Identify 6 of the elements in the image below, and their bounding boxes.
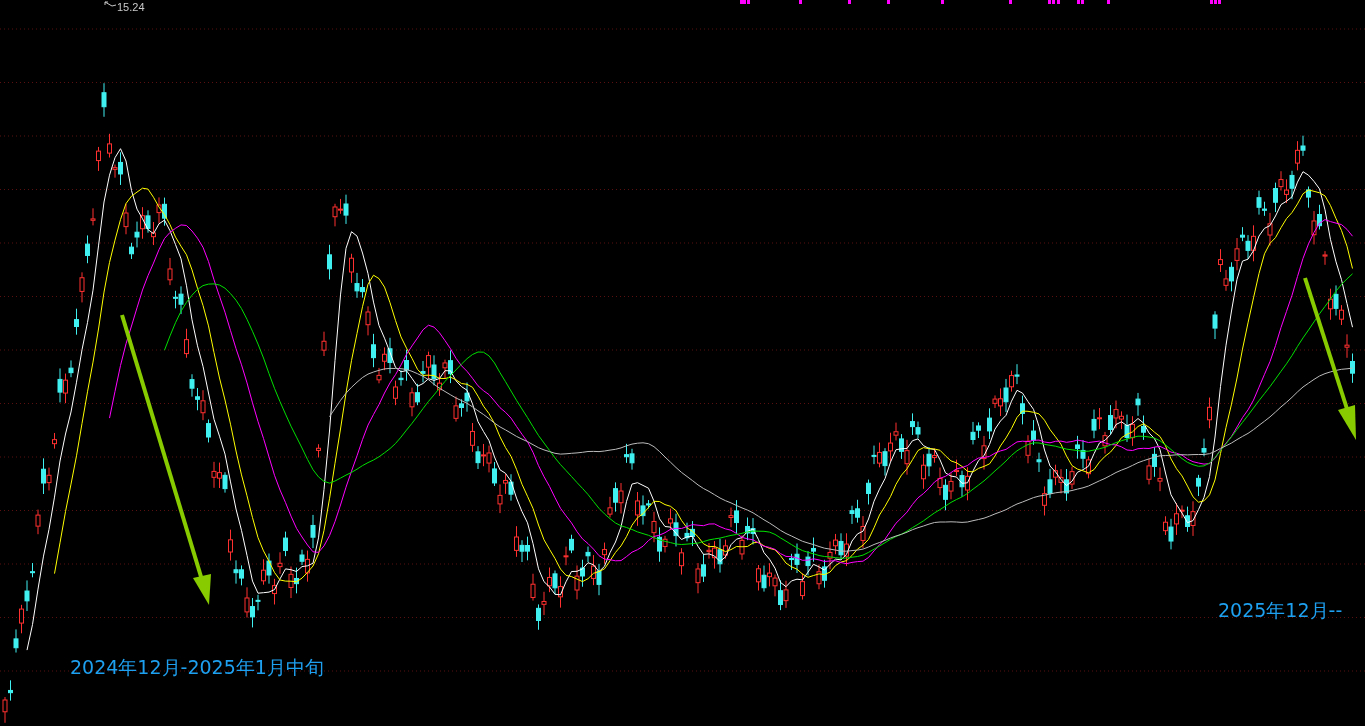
peak-price-label: 15.24 [117, 1, 145, 13]
annotation-text: 2025年12月-- [1218, 599, 1343, 622]
annotation-text: 2024年12月-2025年1月中旬 [70, 656, 324, 679]
down-arrow-icon [120, 314, 211, 605]
down-arrow-icon [1303, 277, 1356, 440]
peak-marker-icon [104, 1, 117, 7]
